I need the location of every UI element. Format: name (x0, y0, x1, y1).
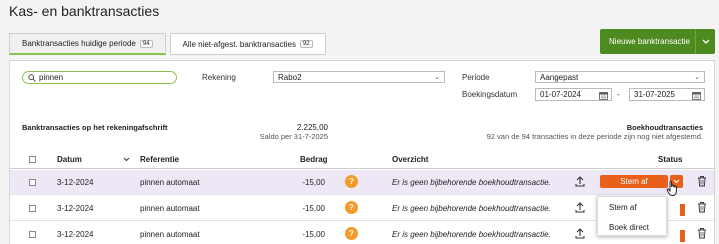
column-header-datum[interactable]: Datum (57, 155, 82, 164)
new-bank-transaction-menu-toggle[interactable] (695, 29, 715, 54)
statement-saldo: Saldo per 31-7-2025 (259, 132, 328, 141)
tab-count-badge: 94 (139, 39, 153, 48)
table-header: Datum Referentie Bedrag Overzicht Status (10, 149, 714, 169)
calendar-icon[interactable] (599, 91, 608, 100)
question-icon[interactable]: ? (345, 227, 358, 240)
column-header-referentie: Referentie (140, 155, 180, 164)
row-date: 3-12-2024 (57, 230, 94, 239)
rekening-select[interactable]: Rabo2 ⌄ (273, 71, 445, 83)
bookkeeping-summary-note: 92 van de 94 transacties in deze periode… (486, 132, 703, 141)
column-header-status: Status (658, 155, 683, 164)
row-reference: pinnen automaat (140, 204, 200, 213)
periode-label: Periode (462, 73, 490, 82)
new-bank-transaction-button[interactable]: Nieuwe banktransactie (600, 29, 715, 54)
tab-label: Alle niet-afgest. banktransacties (182, 39, 296, 49)
column-header-overzicht: Overzicht (392, 155, 429, 164)
tabs-bar: Banktransacties huidige periode 94 Alle … (9, 33, 326, 55)
row-overview: Er is geen bijbehorende boekhoudtransact… (392, 230, 551, 239)
chevron-down-icon: ⌄ (434, 74, 440, 81)
row-overview: Er is geen bijbehorende boekhoudtransact… (392, 204, 551, 213)
row-overview: Er is geen bijbehorende boekhoudtransact… (392, 178, 551, 187)
periode-select-value: Aangepast (540, 72, 579, 82)
date-from-input[interactable]: 01-07-2024 (535, 88, 612, 101)
row-amount: -15,00 (302, 230, 325, 239)
trash-icon[interactable] (697, 227, 707, 239)
upload-icon[interactable] (575, 228, 585, 239)
sort-chevron-icon[interactable] (123, 157, 130, 162)
page-title: Kas- en banktransacties (9, 3, 160, 19)
bookkeeping-summary-title: Boekhoudtransacties (626, 123, 703, 132)
tab-current-period[interactable]: Banktransacties huidige periode 94 (9, 33, 166, 55)
row-amount: -15,00 (302, 204, 325, 213)
row-date: 3-12-2024 (57, 178, 94, 187)
trash-icon[interactable] (697, 175, 707, 187)
reconcile-dropdown-menu: Stem af Boek direct (597, 196, 667, 236)
calendar-icon[interactable] (692, 91, 701, 100)
row-date: 3-12-2024 (57, 204, 94, 213)
select-all-checkbox[interactable] (29, 156, 36, 163)
date-to-input[interactable]: 31-07-2025 (629, 88, 705, 101)
question-icon[interactable]: ? (345, 175, 358, 188)
row-reference: pinnen automaat (140, 230, 200, 239)
upload-icon[interactable] (575, 176, 585, 187)
search-input-value: pinnen (39, 73, 64, 82)
periode-select[interactable]: Aangepast ⌄ (535, 71, 705, 83)
row-checkbox[interactable] (29, 179, 36, 186)
date-from-value: 01-07-2024 (540, 90, 581, 99)
reconcile-button-edge[interactable] (680, 204, 685, 216)
date-separator: - (617, 90, 620, 99)
tab-count-badge: 92 (299, 40, 313, 48)
chevron-down-icon (702, 39, 709, 44)
menu-item-stem-af[interactable]: Stem af (598, 197, 666, 217)
table-row[interactable]: 3-12-2024 pinnen automaat -15,00 ? Er is… (10, 170, 714, 195)
row-checkbox[interactable] (29, 205, 36, 212)
chevron-down-icon: ⌄ (694, 74, 700, 81)
tab-label: Banktransacties huidige periode (22, 39, 136, 48)
search-input[interactable]: pinnen (22, 71, 177, 84)
date-to-value: 31-07-2025 (634, 90, 675, 99)
statement-amount: 2.225,00 (296, 123, 328, 132)
row-amount: -15,00 (302, 178, 325, 187)
trash-icon[interactable] (697, 201, 707, 213)
search-icon (28, 73, 36, 82)
cursor-hand-icon (666, 181, 677, 196)
column-header-bedrag: Bedrag (300, 155, 328, 164)
row-reference: pinnen automaat (140, 178, 200, 187)
rekening-label: Rekening (202, 73, 236, 82)
upload-icon[interactable] (575, 202, 585, 213)
reconcile-button-edge[interactable] (680, 230, 685, 242)
new-bank-transaction-label: Nieuwe banktransactie (609, 37, 690, 46)
statement-summary-title: Banktransacties op het rekeningafschrift (22, 123, 168, 132)
row-checkbox[interactable] (29, 231, 36, 238)
rekening-select-value: Rabo2 (278, 72, 302, 82)
reconcile-button[interactable]: Stem af (600, 175, 668, 188)
question-icon[interactable]: ? (345, 201, 358, 214)
menu-item-boek-direct[interactable]: Boek direct (598, 217, 666, 237)
boekingsdatum-label: Boekingsdatum (462, 90, 518, 99)
tab-all-unreconciled[interactable]: Alle niet-afgest. banktransacties 92 (169, 33, 326, 55)
